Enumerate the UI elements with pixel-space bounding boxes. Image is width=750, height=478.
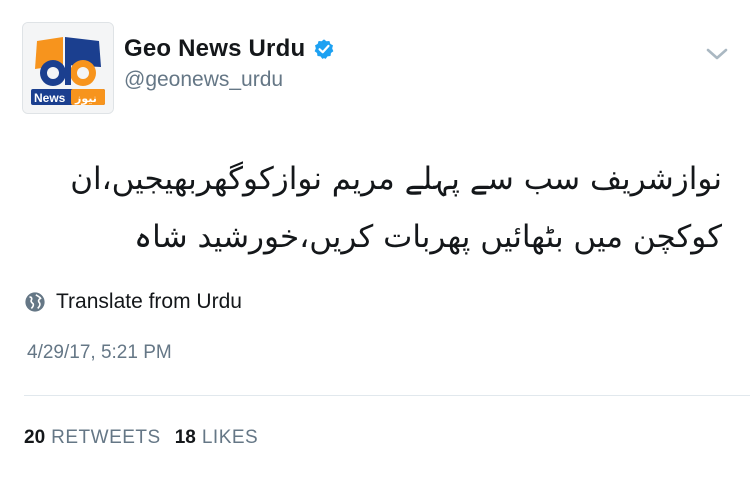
tweet-text-line: نوازشریف سب سے پہلے مریم نوازکوگھربھیجیں… <box>70 161 722 197</box>
author-handle[interactable]: @geonews_urdu <box>124 68 283 92</box>
retweets-stat[interactable]: 20 RETWEETS <box>24 427 161 449</box>
author-display-name[interactable]: Geo News Urdu <box>124 35 305 63</box>
tweet-stats: 20 RETWEETS 18 LIKES <box>24 427 258 449</box>
tweet-card: News نیوز Geo News Urdu @geonews_urdu نو… <box>0 0 750 478</box>
avatar[interactable]: News نیوز <box>22 22 114 114</box>
verified-badge-icon <box>313 38 335 60</box>
globe-icon <box>24 291 46 313</box>
translate-button[interactable]: Translate from Urdu <box>24 290 242 314</box>
tweet-text-line: کوکچن میں بٹھائیں پھربات کریں،خورشید شاہ <box>134 219 722 255</box>
tweet-timestamp[interactable]: 4/29/17, 5:21 PM <box>27 342 172 364</box>
divider <box>24 395 750 396</box>
translate-label: Translate from Urdu <box>56 290 242 313</box>
retweets-count: 20 <box>24 427 46 448</box>
logo-text-en: News <box>34 91 66 105</box>
likes-stat[interactable]: 18 LIKES <box>175 427 259 449</box>
chevron-down-icon[interactable] <box>704 42 730 66</box>
logo-text-ur: نیوز <box>74 92 97 105</box>
tweet-text: نوازشریف سب سے پہلے مریم نوازکوگھربھیجیں… <box>22 150 722 266</box>
retweets-label: RETWEETS <box>51 427 161 448</box>
author-name-row[interactable]: Geo News Urdu <box>124 35 335 63</box>
likes-label: LIKES <box>201 427 259 448</box>
geo-news-logo: News نیوز <box>23 23 113 113</box>
likes-count: 18 <box>174 427 196 448</box>
